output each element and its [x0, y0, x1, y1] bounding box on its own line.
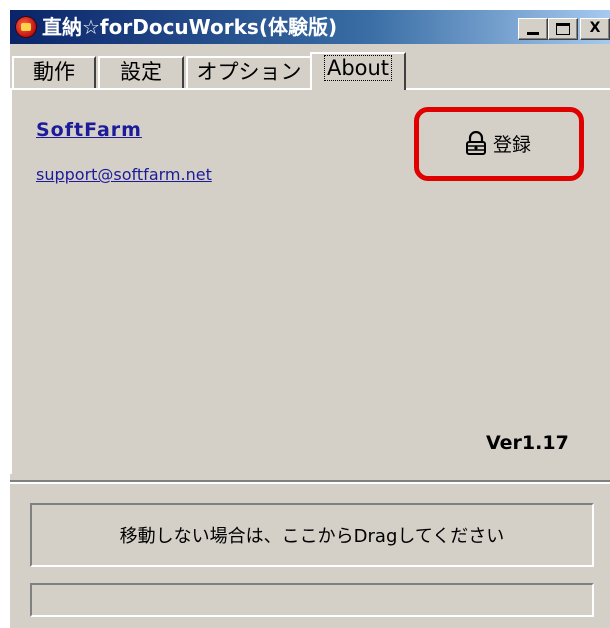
lock-icon	[465, 130, 487, 155]
support-email-link[interactable]: support@softfarm.net	[36, 165, 212, 184]
title-bar[interactable]: 直納☆forDocuWorks(体験版) X	[10, 10, 610, 44]
company-link[interactable]: SoftFarm	[36, 119, 142, 141]
maximize-button[interactable]	[548, 18, 578, 40]
minimize-icon	[527, 32, 539, 35]
app-icon[interactable]	[16, 17, 36, 37]
register-label: 登録	[492, 133, 531, 156]
window-top-margin	[0, 0, 610, 10]
tab-label: 設定	[120, 60, 162, 84]
close-icon: X	[589, 20, 601, 36]
tab-about[interactable]: About	[310, 52, 406, 90]
tab-options[interactable]: オプション	[186, 56, 312, 88]
status-bar	[30, 583, 594, 617]
tab-label: 動作	[33, 60, 75, 84]
tab-action[interactable]: 動作	[12, 56, 96, 88]
tab-label: About	[323, 55, 393, 81]
tab-settings[interactable]: 設定	[98, 56, 184, 88]
window-left-margin	[0, 0, 10, 628]
drag-area[interactable]: 移動しない場合は、ここからDragしてください	[30, 503, 594, 567]
window-title: 直納☆forDocuWorks(体験版)	[42, 15, 338, 39]
divider	[10, 480, 610, 484]
tab-label: オプション	[196, 60, 302, 84]
version-label: Ver1.17	[486, 432, 569, 454]
minimize-button[interactable]	[518, 18, 548, 40]
register-button[interactable]: 登録	[428, 118, 568, 168]
app-window: 直納☆forDocuWorks(体験版) X 動作 設定 オプション About…	[0, 0, 610, 628]
drag-instruction: 移動しない場合は、ここからDragしてください	[119, 526, 505, 547]
close-button[interactable]: X	[580, 18, 610, 40]
maximize-icon	[556, 23, 570, 35]
